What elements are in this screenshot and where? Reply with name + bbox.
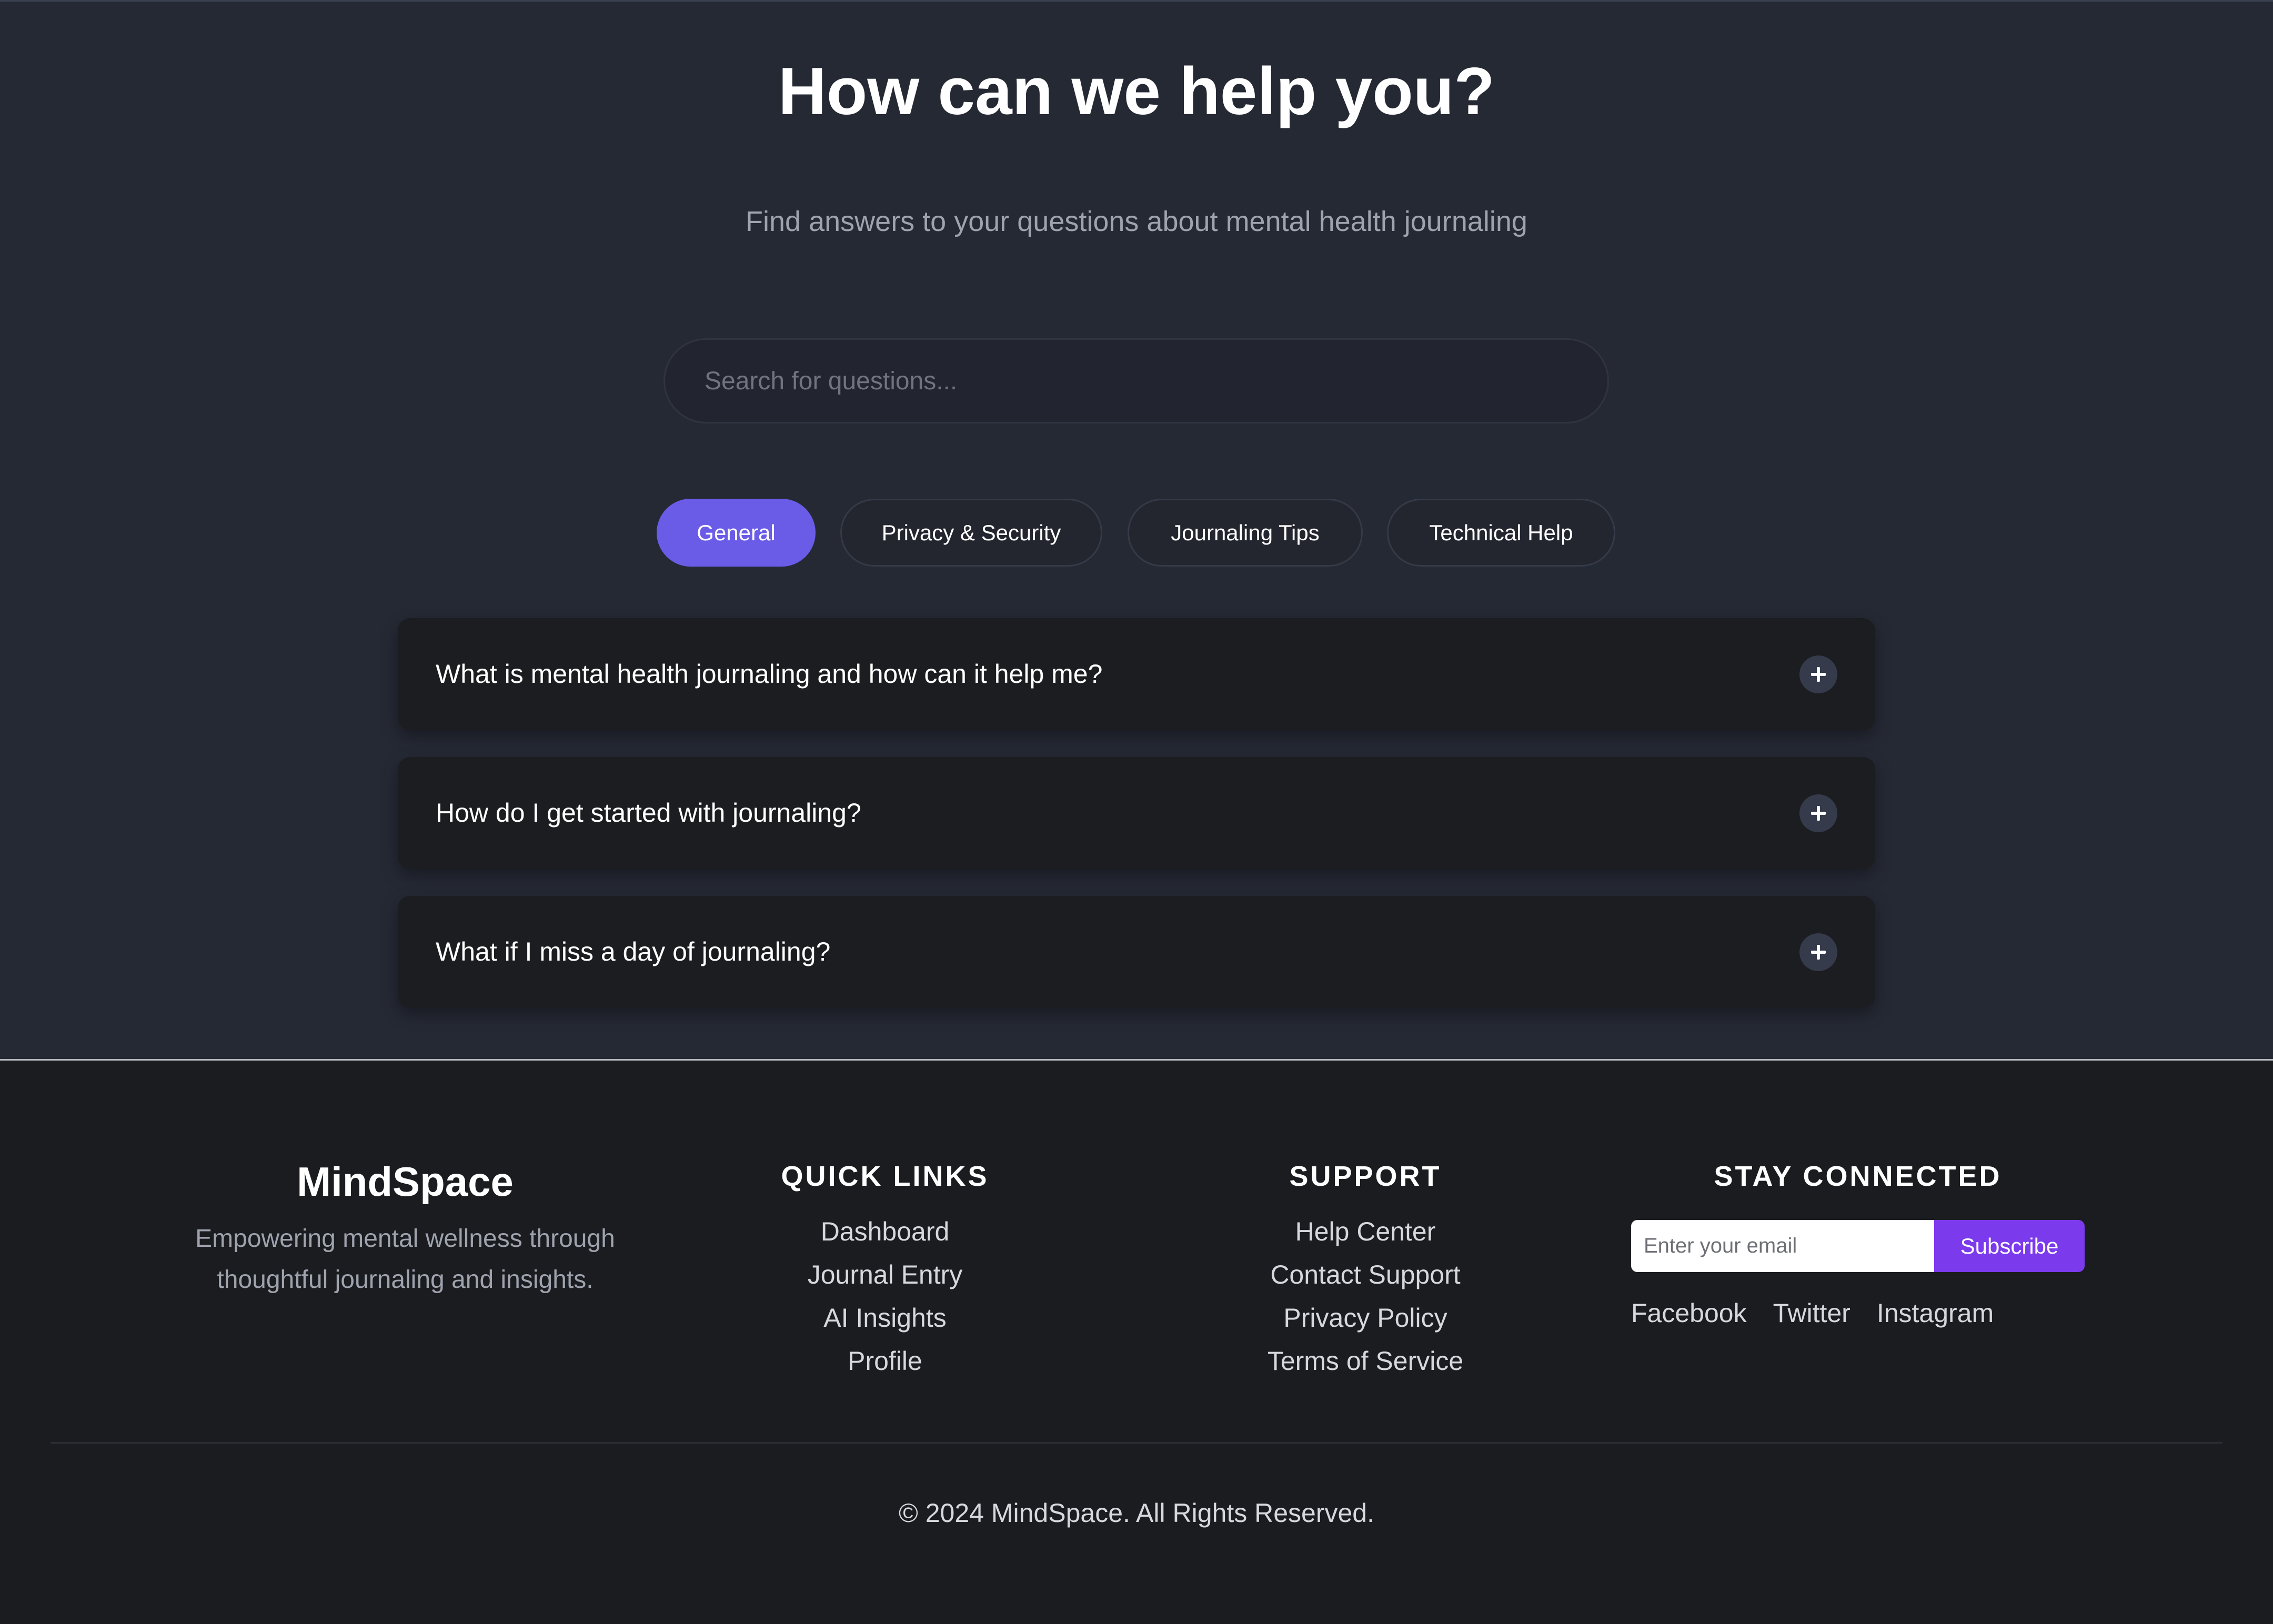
page-subtitle: Find answers to your questions about men… xyxy=(746,206,1527,237)
faq-question: What if I miss a day of journaling? xyxy=(436,937,831,966)
copyright-text: © 2024 MindSpace. All Rights Reserved. xyxy=(899,1498,1374,1528)
faq-question: How do I get started with journaling? xyxy=(436,798,861,828)
plus-icon[interactable] xyxy=(1799,933,1837,971)
page-title: How can we help you? xyxy=(778,54,1495,128)
footer-divider xyxy=(51,1442,2222,1444)
footer-link-ai-insights[interactable]: AI Insights xyxy=(727,1296,1043,1339)
footer-link-terms-of-service[interactable]: Terms of Service xyxy=(1208,1339,1523,1383)
category-tabs: General Privacy & Security Journaling Ti… xyxy=(0,499,2273,567)
footer-link-contact-support[interactable]: Contact Support xyxy=(1208,1253,1523,1296)
social-link-facebook[interactable]: Facebook xyxy=(1631,1295,1747,1332)
social-link-instagram[interactable]: Instagram xyxy=(1877,1295,1994,1332)
footer-link-privacy-policy[interactable]: Privacy Policy xyxy=(1208,1296,1523,1339)
site-footer: MindSpace Empowering mental wellness thr… xyxy=(0,1059,2273,1624)
footer-support: SUPPORT Help Center Contact Support Priv… xyxy=(1208,1155,1523,1383)
footer-link-journal-entry[interactable]: Journal Entry xyxy=(727,1253,1043,1296)
tab-technical-help[interactable]: Technical Help xyxy=(1387,499,1615,567)
faq-item[interactable]: What is mental health journaling and how… xyxy=(398,618,1875,730)
plus-icon[interactable] xyxy=(1799,794,1837,832)
faq-question: What is mental health journaling and how… xyxy=(436,659,1103,689)
footer-link-profile[interactable]: Profile xyxy=(727,1339,1043,1383)
brand-description: Empowering mental wellness through thoug… xyxy=(195,1225,615,1294)
tab-privacy-security[interactable]: Privacy & Security xyxy=(840,499,1102,567)
faq-item[interactable]: How do I get started with journaling? xyxy=(398,757,1875,869)
footer-quick-links: QUICK LINKS Dashboard Journal Entry AI I… xyxy=(727,1155,1043,1383)
footer-stay-connected: STAY CONNECTED xyxy=(1631,1155,2085,1197)
newsletter-form: Subscribe xyxy=(1631,1220,2085,1272)
email-field[interactable] xyxy=(1631,1220,1934,1272)
tab-general[interactable]: General xyxy=(657,499,816,567)
stay-connected-heading: STAY CONNECTED xyxy=(1714,1161,2002,1192)
faq-item[interactable]: What if I miss a day of journaling? xyxy=(398,896,1875,1008)
brand-name: MindSpace xyxy=(297,1158,514,1205)
tab-journaling-tips[interactable]: Journaling Tips xyxy=(1128,499,1363,567)
subscribe-button[interactable]: Subscribe xyxy=(1934,1220,2085,1272)
social-link-twitter[interactable]: Twitter xyxy=(1773,1295,1850,1332)
footer-link-help-center[interactable]: Help Center xyxy=(1208,1210,1523,1253)
footer-link-dashboard[interactable]: Dashboard xyxy=(727,1210,1043,1253)
footer-brand: MindSpace Empowering mental wellness thr… xyxy=(195,1155,616,1300)
social-links: Facebook Twitter Instagram xyxy=(1631,1295,1994,1332)
search-input[interactable] xyxy=(663,338,1609,423)
quick-links-heading: QUICK LINKS xyxy=(781,1161,989,1192)
plus-icon[interactable] xyxy=(1799,655,1837,693)
support-heading: SUPPORT xyxy=(1289,1161,1442,1192)
faq-section: How can we help you? Find answers to you… xyxy=(0,0,2273,1059)
